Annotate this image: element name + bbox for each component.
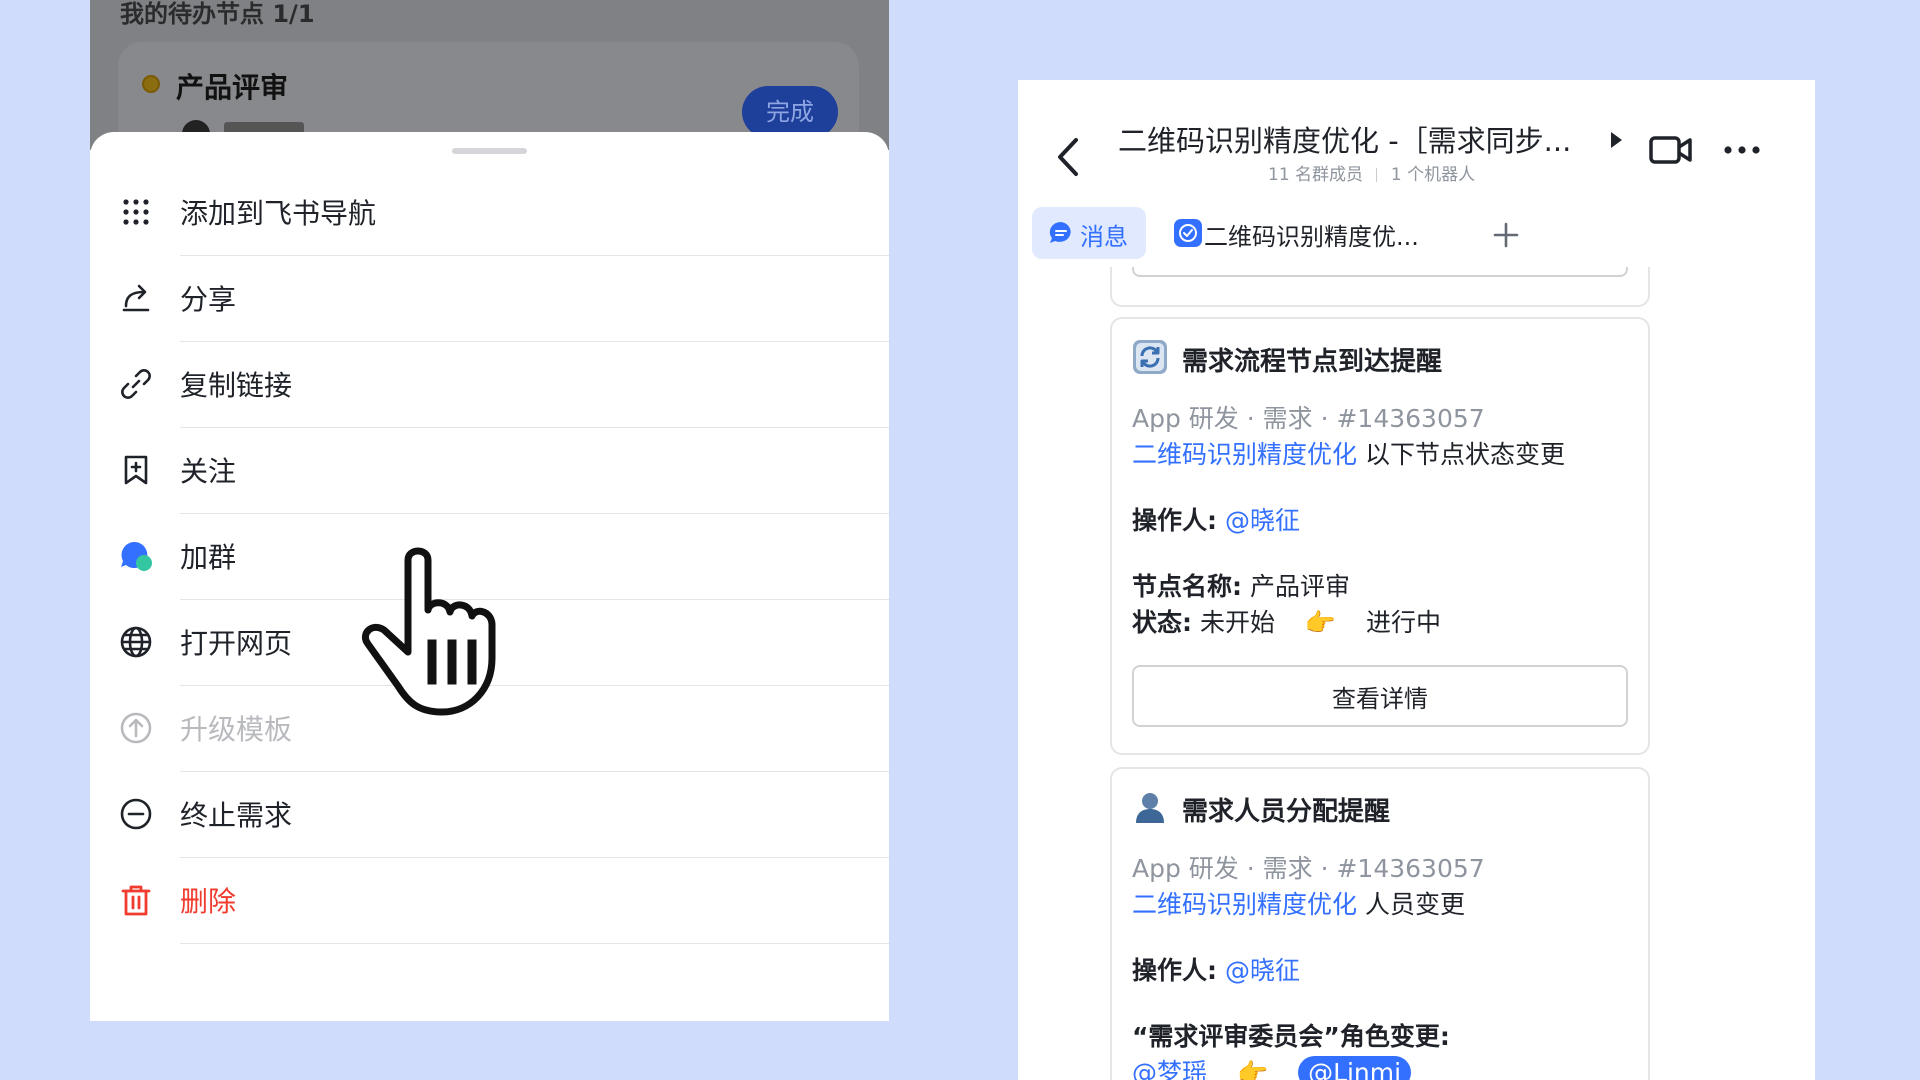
node-line: 节点名称: 产品评审 — [1132, 567, 1350, 603]
sheet-handle[interactable] — [452, 148, 527, 154]
member-count: 11 名群成员 — [1268, 165, 1364, 185]
refresh-icon — [1133, 340, 1167, 374]
operator-line: 操作人: @晓征 — [1132, 951, 1300, 987]
hand-pointer-cursor-icon — [361, 547, 496, 716]
message-card-node-reminder: 需求流程节点到达提醒 App 研发 · 需求 · #14363057 二维码识别… — [1110, 317, 1650, 755]
check-badge-icon — [1174, 219, 1202, 247]
todo-header: 我的待办节点 1/1 — [120, 0, 315, 28]
menu-item-follow[interactable]: 关注 — [90, 428, 889, 514]
right-phone-screen: 二维码识别精度优化 -［需求同步... 11 名群成员 1 个机器人 消息 二维… — [1018, 80, 1815, 1080]
previous-card-button[interactable] — [1132, 267, 1628, 277]
group-chat-icon — [118, 538, 154, 574]
node-value: 产品评审 — [1249, 572, 1350, 601]
card-link-line: 二维码识别精度优化 人员变更 — [1132, 885, 1465, 921]
menu-item-label: 升级模板 — [180, 713, 293, 746]
menu-item-copy-link[interactable]: 复制链接 — [90, 342, 889, 428]
tab-label: 消息 — [1080, 223, 1128, 251]
plus-icon — [1493, 222, 1519, 248]
link-suffix: 以下节点状态变更 — [1364, 440, 1565, 469]
operator-label: 操作人: — [1132, 506, 1217, 535]
menu-item-share[interactable]: 分享 — [90, 256, 889, 342]
operator-label: 操作人: — [1132, 956, 1217, 985]
menu-item-label: 终止需求 — [180, 799, 293, 832]
caret-right-icon — [1611, 132, 1622, 148]
upgrade-arrow-icon — [118, 710, 154, 746]
node-label: 节点名称: — [1132, 572, 1242, 601]
card-meta: App 研发 · 需求 · #14363057 — [1132, 404, 1485, 433]
bot-count: 1 个机器人 — [1390, 165, 1476, 185]
status-to: 进行中 — [1366, 608, 1442, 637]
view-details-button[interactable]: 查看详情 — [1132, 665, 1628, 727]
tab-messages[interactable]: 消息 — [1032, 207, 1146, 259]
menu-item-label: 复制链接 — [180, 369, 293, 402]
chat-title[interactable]: 二维码识别精度优化 -［需求同步... — [1118, 118, 1571, 160]
title-expand-button[interactable] — [1606, 128, 1626, 152]
divider — [180, 943, 889, 944]
operator-line: 操作人: @晓征 — [1132, 501, 1300, 537]
tab-label: 二维码识别精度优... — [1204, 223, 1419, 251]
done-button[interactable]: 完成 — [742, 86, 838, 138]
more-options-button[interactable] — [1720, 138, 1764, 162]
previous-message-card — [1110, 267, 1650, 307]
trash-icon — [118, 882, 154, 918]
todo-title: 产品评审 — [176, 71, 289, 104]
menu-item-terminate[interactable]: 终止需求 — [90, 772, 889, 858]
link-icon — [118, 366, 154, 402]
menu-item-label: 删除 — [180, 885, 237, 918]
menu-item-label: 打开网页 — [180, 627, 293, 660]
back-button[interactable] — [1048, 132, 1088, 182]
menu-item-label: 分享 — [180, 283, 237, 316]
card-meta: App 研发 · 需求 · #14363057 — [1132, 854, 1485, 883]
chat-bubble-icon — [1049, 221, 1071, 243]
bookmark-add-icon — [118, 452, 154, 488]
operator-mention[interactable]: @晓征 — [1225, 506, 1300, 535]
message-card-assignee-reminder: 需求人员分配提醒 App 研发 · 需求 · #14363057 二维码识别精度… — [1110, 767, 1650, 1080]
new-member-mention[interactable]: @Linmi — [1298, 1056, 1412, 1080]
link-suffix: 人员变更 — [1364, 890, 1465, 919]
minus-circle-icon — [118, 796, 154, 832]
pointing-hand-icon: 👉 — [1236, 1058, 1269, 1080]
menu-item-delete[interactable]: 删除 — [90, 858, 889, 944]
requirement-link[interactable]: 二维码识别精度优化 — [1132, 890, 1357, 919]
globe-icon — [118, 624, 154, 660]
status-dot — [142, 75, 160, 93]
operator-mention[interactable]: @晓征 — [1225, 956, 1300, 985]
chat-meta: 11 名群成员 1 个机器人 — [1268, 160, 1475, 185]
status-from: 未开始 — [1199, 608, 1275, 637]
video-camera-icon — [1649, 136, 1692, 164]
menu-item-label: 添加到飞书导航 — [180, 197, 377, 230]
message-list[interactable]: 需求流程节点到达提醒 App 研发 · 需求 · #14363057 二维码识别… — [1018, 267, 1815, 1080]
old-member-mention[interactable]: @梦瑶 — [1132, 1058, 1207, 1080]
chat-tabs: 消息 二维码识别精度优... — [1018, 205, 1815, 265]
role-change-line: @梦瑶 👉 @Linmi — [1132, 1053, 1412, 1080]
add-tab-button[interactable] — [1488, 217, 1524, 253]
tab-requirement-doc[interactable]: 二维码识别精度优... — [1168, 207, 1438, 259]
menu-item-label: 关注 — [180, 455, 237, 488]
pointing-hand-icon: 👉 — [1304, 608, 1337, 637]
card-title: 需求流程节点到达提醒 — [1182, 347, 1443, 377]
card-title: 需求人员分配提醒 — [1182, 797, 1391, 827]
left-phone-screen: 我的待办节点 1/1 产品评审 完成 添加到飞书导航 分享 复制链接 关注 加群… — [90, 0, 889, 1021]
menu-item-label: 加群 — [180, 541, 237, 574]
more-dots-icon — [1724, 146, 1760, 154]
menu-item-add-to-nav[interactable]: 添加到飞书导航 — [90, 170, 889, 256]
divider — [1376, 168, 1378, 182]
card-link-line: 二维码识别精度优化 以下节点状态变更 — [1132, 435, 1565, 471]
person-icon — [1136, 793, 1164, 823]
status-line: 状态: 未开始 👉 进行中 — [1132, 603, 1441, 639]
share-icon — [118, 280, 154, 316]
grid-dots-icon — [118, 194, 154, 230]
role-change-label: “需求评审委员会”角色变更: — [1132, 1022, 1450, 1051]
requirement-link[interactable]: 二维码识别精度优化 — [1132, 440, 1357, 469]
status-label: 状态: — [1132, 608, 1192, 637]
chevron-left-icon — [1058, 138, 1078, 176]
video-call-button[interactable] — [1648, 130, 1694, 170]
